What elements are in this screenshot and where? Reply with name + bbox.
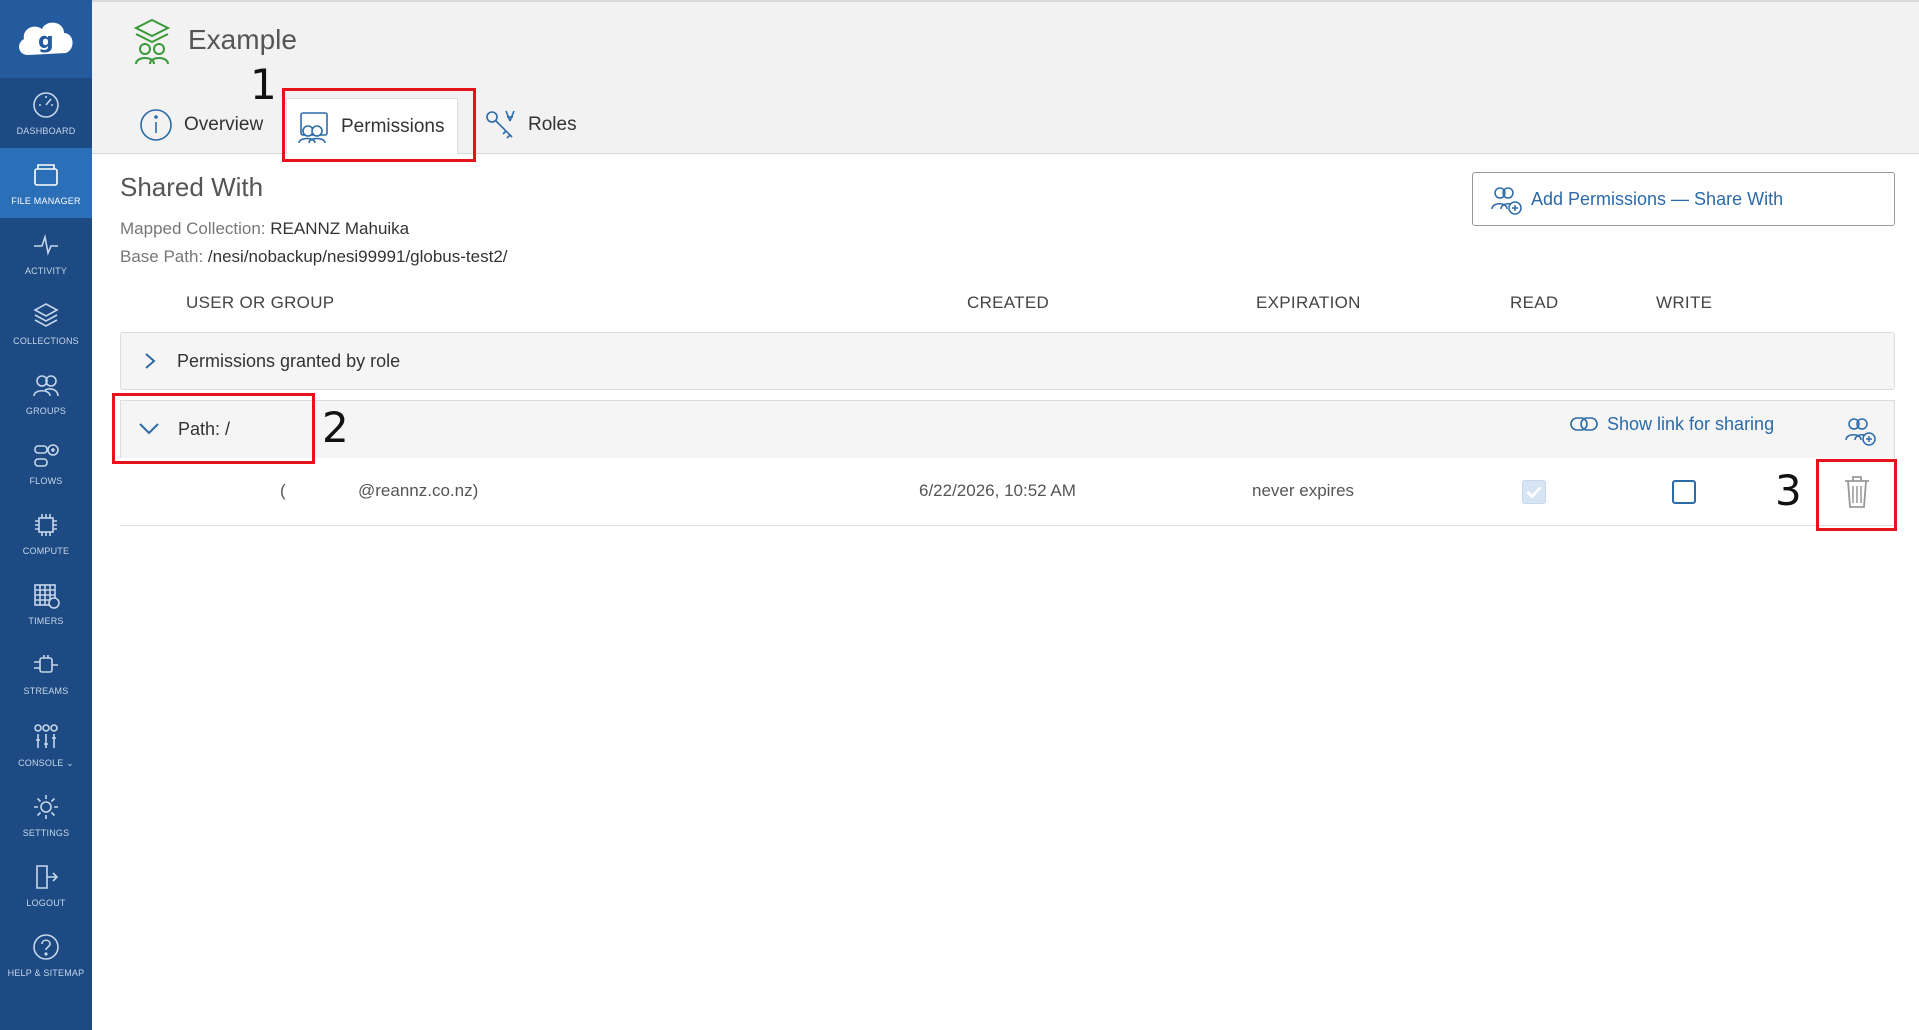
tab-overview[interactable]: Overview xyxy=(138,102,263,148)
annotation-number-2: 2 xyxy=(322,403,349,452)
file-manager-icon xyxy=(34,164,58,186)
chevron-right-icon xyxy=(145,353,156,369)
annotation-box-3 xyxy=(1816,459,1897,531)
sidebar-item-label: DASHBOARD xyxy=(16,126,76,136)
checkmark-icon xyxy=(1526,486,1542,499)
sidebar-item-logout[interactable]: LOGOUT xyxy=(0,850,92,920)
groups-icon xyxy=(33,375,59,397)
sidebar-item-label: HELP & SITEMAP xyxy=(7,968,85,978)
base-path-value: /nesi/nobackup/nesi99991/globus-test2/ xyxy=(207,247,508,266)
help-icon xyxy=(33,934,59,960)
write-checkbox[interactable] xyxy=(1672,480,1696,504)
mapped-collection-key: Mapped Collection: xyxy=(120,219,266,238)
sidebar-item-settings[interactable]: SETTINGS xyxy=(0,780,92,850)
compute-icon xyxy=(35,514,57,536)
user-email: @reannz.co.nz) xyxy=(358,481,479,500)
collections-icon xyxy=(33,303,59,327)
flows-icon xyxy=(34,444,59,467)
base-path-key: Base Path: xyxy=(120,247,204,266)
activity-icon xyxy=(34,233,58,256)
sidebar-item-label: CONSOLE ⌄ xyxy=(18,757,74,768)
column-header-created[interactable]: CREATED xyxy=(967,293,1049,313)
column-header-user-or-group[interactable]: USER OR GROUP xyxy=(186,293,334,313)
cloud-logo-icon: g xyxy=(19,22,73,55)
sidebar-item-label: TIMERS xyxy=(28,616,64,626)
sidebar-item-label: FLOWS xyxy=(29,476,63,486)
sidebar-item-label: COLLECTIONS xyxy=(13,336,79,346)
sidebar-item-groups[interactable]: GROUPS xyxy=(0,358,92,428)
column-header-write: WRITE xyxy=(1656,293,1713,312)
sidebar-item-compute[interactable]: COMPUTE xyxy=(0,498,92,568)
mapped-collection: Mapped Collection: REANNZ Mahuika xyxy=(120,219,409,239)
annotation-box-2 xyxy=(112,393,315,464)
sidebar-item-dashboard[interactable]: DASHBOARD xyxy=(0,78,92,148)
logout-icon xyxy=(36,865,59,889)
roles-icon xyxy=(486,110,515,139)
add-permissions-label: Add Permissions — Share With xyxy=(1531,188,1784,209)
table-row: ( @reannz.co.nz) 6/22/2026, 10:52 AM nev… xyxy=(120,458,1895,526)
link-icon xyxy=(1570,417,1598,431)
permissions-by-role-row[interactable]: Permissions granted by role xyxy=(120,332,1895,390)
sidebar-item-label: LOGOUT xyxy=(26,898,66,908)
path-row: Path: / Show link for sharing xyxy=(120,400,1895,458)
sidebar-item-label: GROUPS xyxy=(25,406,67,416)
read-checkbox xyxy=(1522,480,1546,504)
sidebar-item-activity[interactable]: ACTIVITY xyxy=(0,218,92,288)
column-header-read: READ xyxy=(1510,293,1559,312)
settings-icon xyxy=(34,795,58,819)
add-user-icon xyxy=(1491,187,1522,215)
share-link-label: Show link for sharing xyxy=(1607,413,1775,434)
column-header-expiration[interactable]: EXPIRATION xyxy=(1256,293,1361,313)
user-paren: ( xyxy=(280,481,286,500)
svg-text:g: g xyxy=(38,29,54,54)
annotation-number-1: 1 xyxy=(250,60,277,109)
dashboard-icon xyxy=(33,92,59,118)
page-title: Example xyxy=(188,24,297,55)
tab-label: Overview xyxy=(184,114,264,135)
sidebar-item-label: SETTINGS xyxy=(22,828,70,838)
timers-icon xyxy=(34,584,60,609)
sidebar-item-file-manager[interactable]: FILE MANAGER xyxy=(0,148,92,218)
add-permissions-button[interactable]: Add Permissions — Share With xyxy=(1472,172,1895,226)
sidebar: g DASHBOARD FILE MANAGER ACTIVITY COLLEC… xyxy=(0,0,92,1030)
mapped-collection-value: REANNZ Mahuika xyxy=(270,219,410,238)
sidebar-item-label: COMPUTE xyxy=(22,546,70,556)
sidebar-item-label: ACTIVITY xyxy=(24,266,68,276)
info-icon xyxy=(140,109,172,141)
sidebar-item-streams[interactable]: STREAMS xyxy=(0,638,92,708)
console-icon xyxy=(34,723,58,748)
globus-logo[interactable]: g xyxy=(0,0,92,78)
sidebar-item-collections[interactable]: COLLECTIONS xyxy=(0,288,92,358)
sidebar-item-label: STREAMS xyxy=(23,686,69,696)
sidebar-item-help[interactable]: HELP & SITEMAP xyxy=(0,920,92,990)
sidebar-item-timers[interactable]: TIMERS xyxy=(0,568,92,638)
annotation-number-3: 3 xyxy=(1775,466,1802,515)
add-user-icon[interactable] xyxy=(1843,413,1877,447)
show-link-for-sharing[interactable]: Show link for sharing xyxy=(1569,413,1774,435)
created-date: 6/22/2026, 10:52 AM xyxy=(919,481,1076,500)
streams-icon xyxy=(34,655,58,673)
sidebar-item-flows[interactable]: FLOWS xyxy=(0,428,92,498)
base-path: Base Path: /nesi/nobackup/nesi99991/glob… xyxy=(120,247,508,267)
role-row-label: Permissions granted by role xyxy=(177,350,401,371)
annotation-box-1 xyxy=(282,88,476,162)
section-title: Shared With xyxy=(120,172,264,202)
tab-label: Roles xyxy=(528,114,577,135)
sidebar-item-label: FILE MANAGER xyxy=(11,196,81,206)
expiration-value: never expires xyxy=(1252,481,1355,500)
collection-icon xyxy=(133,18,171,65)
tab-roles[interactable]: Roles xyxy=(482,102,577,148)
sidebar-item-console[interactable]: CONSOLE ⌄ xyxy=(0,710,92,780)
